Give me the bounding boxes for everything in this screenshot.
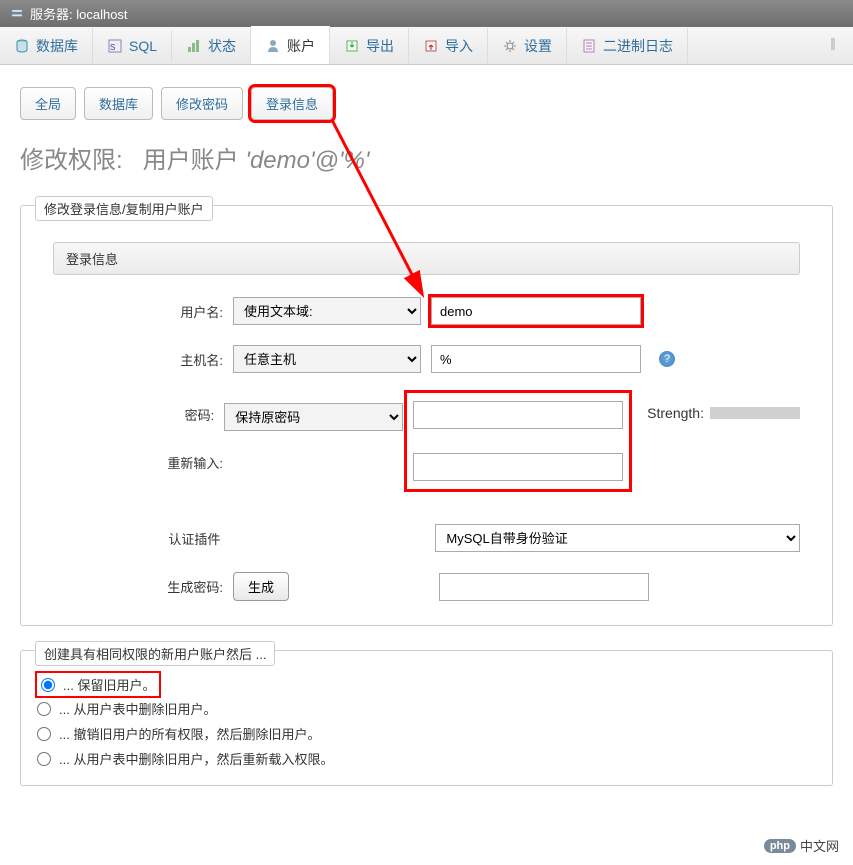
strength-bar — [710, 407, 800, 419]
section-edit-login-legend: 修改登录信息/复制用户账户 — [35, 196, 213, 221]
section-create-copy-legend: 创建具有相同权限的新用户账户然后 ... — [35, 641, 275, 666]
window-titlebar: 服务器: localhost — [0, 0, 853, 27]
svg-text:S: S — [110, 43, 115, 52]
password-mode-select[interactable]: 保持原密码 — [224, 403, 403, 431]
password-repeat-input[interactable] — [413, 453, 623, 481]
server-icon — [10, 7, 24, 21]
nav-export[interactable]: 导出 — [330, 28, 409, 64]
row-generate: 生成密码: 生成 — [37, 562, 816, 611]
auth-plugin-select[interactable]: MySQL自带身份验证 — [435, 524, 800, 552]
account-icon — [265, 38, 281, 54]
hostname-mode-select[interactable]: 任意主机 — [233, 345, 421, 373]
settings-icon — [502, 38, 518, 54]
option-revoke-delete[interactable]: ... 撤销旧用户的所有权限，然后删除旧用户。 — [37, 721, 816, 746]
nav-binlog[interactable]: 二进制日志 — [567, 28, 688, 64]
auth-label: 认证插件 — [53, 529, 220, 548]
row-username: 用户名: 使用文本域: — [37, 287, 816, 335]
radio-keep-old[interactable] — [41, 678, 55, 692]
username-label: 用户名: — [53, 302, 223, 321]
subtab-change-password[interactable]: 修改密码 — [161, 87, 243, 120]
option-delete-reload[interactable]: ... 从用户表中删除旧用户，然后重新载入权限。 — [37, 746, 816, 771]
page-title: 修改权限: 用户账户 'demo'@'%' — [20, 140, 833, 175]
section-edit-login: 修改登录信息/复制用户账户 登录信息 用户名: 使用文本域: 主机名: 任意主机… — [20, 205, 833, 626]
watermark: php 中文网 — [764, 836, 839, 855]
hostname-label: 主机名: — [53, 350, 223, 369]
sql-icon: S — [107, 38, 123, 54]
nav-database[interactable]: 数据库 — [0, 28, 93, 64]
radio-revoke-delete[interactable] — [37, 727, 51, 741]
subtab-global[interactable]: 全局 — [20, 87, 76, 120]
sub-tabs: 全局 数据库 修改密码 登录信息 — [20, 87, 833, 120]
nav-settings[interactable]: 设置 — [488, 28, 567, 64]
nav-accounts[interactable]: 账户 — [251, 26, 330, 64]
nav-more-icon[interactable] — [813, 28, 853, 63]
hostname-input[interactable] — [431, 345, 641, 373]
radio-delete-old[interactable] — [37, 702, 51, 716]
radio-delete-reload[interactable] — [37, 752, 51, 766]
help-icon[interactable]: ? — [659, 351, 675, 367]
subtab-database[interactable]: 数据库 — [84, 87, 153, 120]
status-icon — [186, 38, 202, 54]
watermark-text: 中文网 — [800, 836, 839, 855]
password-input[interactable] — [413, 401, 623, 429]
section-create-copy: 创建具有相同权限的新用户账户然后 ... ... 保留旧用户。 ... 从用户表… — [20, 650, 833, 786]
nav-status[interactable]: 状态 — [172, 28, 251, 64]
login-info-heading: 登录信息 — [53, 242, 800, 275]
row-auth: 认证插件 MySQL自带身份验证 — [37, 514, 816, 562]
nav-import[interactable]: 导入 — [409, 28, 488, 64]
main-nav: 数据库 S SQL 状态 账户 导出 导入 设置 二进制日志 — [0, 27, 853, 65]
generate-button[interactable]: 生成 — [233, 572, 289, 601]
password-strength: Strength: — [647, 405, 800, 421]
import-icon — [423, 38, 439, 54]
option-delete-old[interactable]: ... 从用户表中删除旧用户。 — [37, 696, 816, 721]
watermark-logo: php — [764, 839, 796, 853]
username-input[interactable] — [431, 297, 641, 325]
nav-sql[interactable]: S SQL — [93, 30, 172, 62]
generate-label: 生成密码: — [53, 577, 223, 596]
generated-password-input[interactable] — [439, 573, 649, 601]
database-icon — [14, 38, 30, 54]
window-title: 服务器: localhost — [30, 4, 128, 23]
export-icon — [344, 38, 360, 54]
binlog-icon — [581, 38, 597, 54]
subtab-login-info[interactable]: 登录信息 — [251, 87, 333, 120]
username-mode-select[interactable]: 使用文本域: — [233, 297, 421, 325]
password-label: 密码: — [53, 393, 214, 424]
row-hostname: 主机名: 任意主机 ? — [37, 335, 816, 383]
option-keep-old[interactable]: ... 保留旧用户。 — [37, 673, 159, 696]
